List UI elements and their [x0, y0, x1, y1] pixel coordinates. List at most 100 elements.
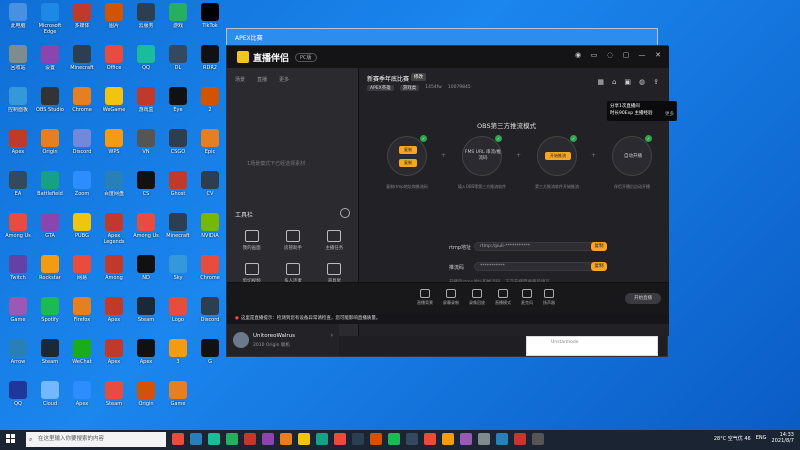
windows-start-icon[interactable] [6, 434, 16, 444]
desktop-icon[interactable]: WeGame [99, 87, 129, 119]
desktop-icon[interactable]: Ghost [163, 171, 193, 203]
grid-icon[interactable]: ▦ [597, 78, 604, 86]
comment-icon[interactable]: ◌ [605, 51, 615, 59]
taskbar-app-icon[interactable] [424, 433, 436, 445]
taskbar-app-icon[interactable] [442, 433, 454, 445]
settings-gear-icon[interactable] [340, 208, 350, 218]
desktop-icon[interactable]: WPS [99, 129, 129, 161]
taskbar-app-icon[interactable] [226, 433, 238, 445]
meta-game[interactable]: APEX英雄 [367, 85, 394, 91]
desktop-icon[interactable]: Apex [99, 297, 129, 329]
tool-people-button[interactable]: 房管助手 [272, 230, 313, 251]
taskbar-app-icon[interactable] [532, 433, 544, 445]
desktop-icon[interactable]: Minecraft [163, 213, 193, 245]
desktop-icon[interactable]: PUBG [67, 213, 97, 245]
desktop-icon[interactable]: Origin [131, 381, 161, 413]
app-version-tag[interactable]: PC版 [295, 52, 317, 62]
taskbar-app-icon[interactable] [514, 433, 526, 445]
desktop-icon[interactable]: 控制面板 [3, 87, 33, 119]
tool-check-button[interactable]: 道具屋 [314, 263, 355, 284]
desktop-icon[interactable]: Epic [195, 129, 225, 161]
taskbar-app-icon[interactable] [208, 433, 220, 445]
desktop-icon[interactable]: Cloud [35, 381, 65, 413]
rtmp-field[interactable]: rtmp://pull-*********** [474, 242, 596, 251]
desktop-icon[interactable]: Among Us [3, 213, 33, 245]
edit-title-button[interactable]: 修改 [411, 73, 426, 81]
desktop-icon[interactable]: VN [131, 129, 161, 161]
taskbar-app-icon[interactable] [406, 433, 418, 445]
taskbar-app-icon[interactable] [262, 433, 274, 445]
desktop-icon[interactable]: Origin [35, 129, 65, 161]
taskbar-app-icon[interactable] [388, 433, 400, 445]
desktop-icon[interactable]: 3 [163, 339, 193, 371]
taskbar-app-icon[interactable] [370, 433, 382, 445]
desktop-icon[interactable]: Eye [163, 87, 193, 119]
lock-icon[interactable]: ⌂ [612, 78, 616, 86]
user-card[interactable]: UnitoreoWalrus 2010 Origin 联机 › [227, 324, 339, 356]
popup-more-button[interactable]: 更多 [665, 111, 674, 117]
bell-icon[interactable]: ◍ [639, 78, 645, 86]
tool-image-button[interactable]: 我的画面 [231, 230, 272, 251]
desktop-icon[interactable]: 图片 [99, 3, 129, 35]
taskbar-app-icon[interactable] [460, 433, 472, 445]
desktop-icon[interactable]: Chrome [67, 87, 97, 119]
desktop-icon[interactable]: Discord [195, 297, 225, 329]
note-icon[interactable]: ▭ [589, 51, 599, 59]
desktop-icon[interactable]: Chrome [195, 255, 225, 287]
chevron-right-icon[interactable]: › [331, 332, 333, 339]
tool-record-button[interactable]: 剪切视频 [231, 263, 272, 284]
taskbar-search[interactable]: ⌕ 在这里输入你要搜索的内容 [26, 432, 166, 447]
desktop-icon[interactable]: CS [131, 171, 161, 203]
screen-record-button[interactable]: 屏幕录制 [443, 289, 459, 306]
desktop-icon[interactable]: 百度网盘 [99, 171, 129, 203]
desktop-icon[interactable]: EA [3, 171, 33, 203]
microphone-button[interactable]: 麦克风 [521, 289, 533, 306]
replay-button[interactable]: 录像回放 [469, 289, 485, 306]
meta-category[interactable]: 游戏类 [399, 85, 420, 91]
taskbar-app-icon[interactable] [352, 433, 364, 445]
desktop-icon[interactable]: RDR2 [195, 45, 225, 77]
desktop-icon[interactable]: 设置 [35, 45, 65, 77]
desktop-icon[interactable]: QQ [131, 45, 161, 77]
copy-key-button[interactable]: 复制 [399, 159, 417, 167]
start-push-button[interactable]: 开始推流 [545, 152, 571, 160]
desktop-icon[interactable]: Apex [131, 339, 161, 371]
desktop-icon[interactable]: Battlefield [35, 171, 65, 203]
weather-text[interactable]: 28°C 空气优 46 [714, 435, 751, 442]
copy-rtmp-button[interactable]: 复制 [591, 242, 607, 251]
clock[interactable]: 14:33 2021/8/7 [772, 432, 794, 444]
desktop-icon[interactable]: 网易 [67, 255, 97, 287]
taskbar-app-icon[interactable] [478, 433, 490, 445]
taskbar-app-icon[interactable] [172, 433, 184, 445]
desktop-icon[interactable]: Microsoft Edge [35, 3, 65, 35]
tab-live[interactable]: 直播 [257, 76, 267, 83]
desktop-icon[interactable]: Zoom [67, 171, 97, 203]
minimize-icon[interactable]: — [637, 51, 647, 59]
desktop-icon[interactable]: Apex [99, 339, 129, 371]
desktop-icon[interactable]: 此电脑 [3, 3, 33, 35]
desktop-icon[interactable]: 游戏盒 [131, 87, 161, 119]
start-live-button[interactable]: 开始直播 [625, 293, 661, 304]
copy-url-button[interactable]: 复制 [399, 146, 417, 154]
close-icon[interactable]: ✕ [653, 51, 663, 59]
desktop-icon[interactable]: Rockstar [35, 255, 65, 287]
tool-task-button[interactable]: 主播任务 [314, 230, 355, 251]
desktop-icon[interactable]: Sky [163, 255, 193, 287]
desktop-icon[interactable]: WeChat [67, 339, 97, 371]
desktop-icon[interactable]: 游戏 [163, 3, 193, 35]
desktop-icon[interactable]: Spotify [35, 297, 65, 329]
desktop-icon[interactable]: 多媒体 [67, 3, 97, 35]
desktop-icon[interactable]: Steam [99, 381, 129, 413]
desktop-icon[interactable]: Apex Legends [99, 213, 129, 245]
desktop-icon[interactable]: 云服务 [131, 3, 161, 35]
desktop-icon[interactable]: Discord [67, 129, 97, 161]
taskbar-app-icon[interactable] [496, 433, 508, 445]
desktop-icon[interactable]: Apex [3, 129, 33, 161]
desktop-icon[interactable]: Firefox [67, 297, 97, 329]
speaker-button[interactable]: 扬声器 [543, 289, 555, 306]
desktop-icon[interactable]: Twitch [3, 255, 33, 287]
stream-key-field[interactable]: *********** [474, 262, 596, 271]
taskbar-app-icon[interactable] [334, 433, 346, 445]
desktop-icon[interactable]: CSGO [163, 129, 193, 161]
desktop-icon[interactable]: 2 [195, 87, 225, 119]
